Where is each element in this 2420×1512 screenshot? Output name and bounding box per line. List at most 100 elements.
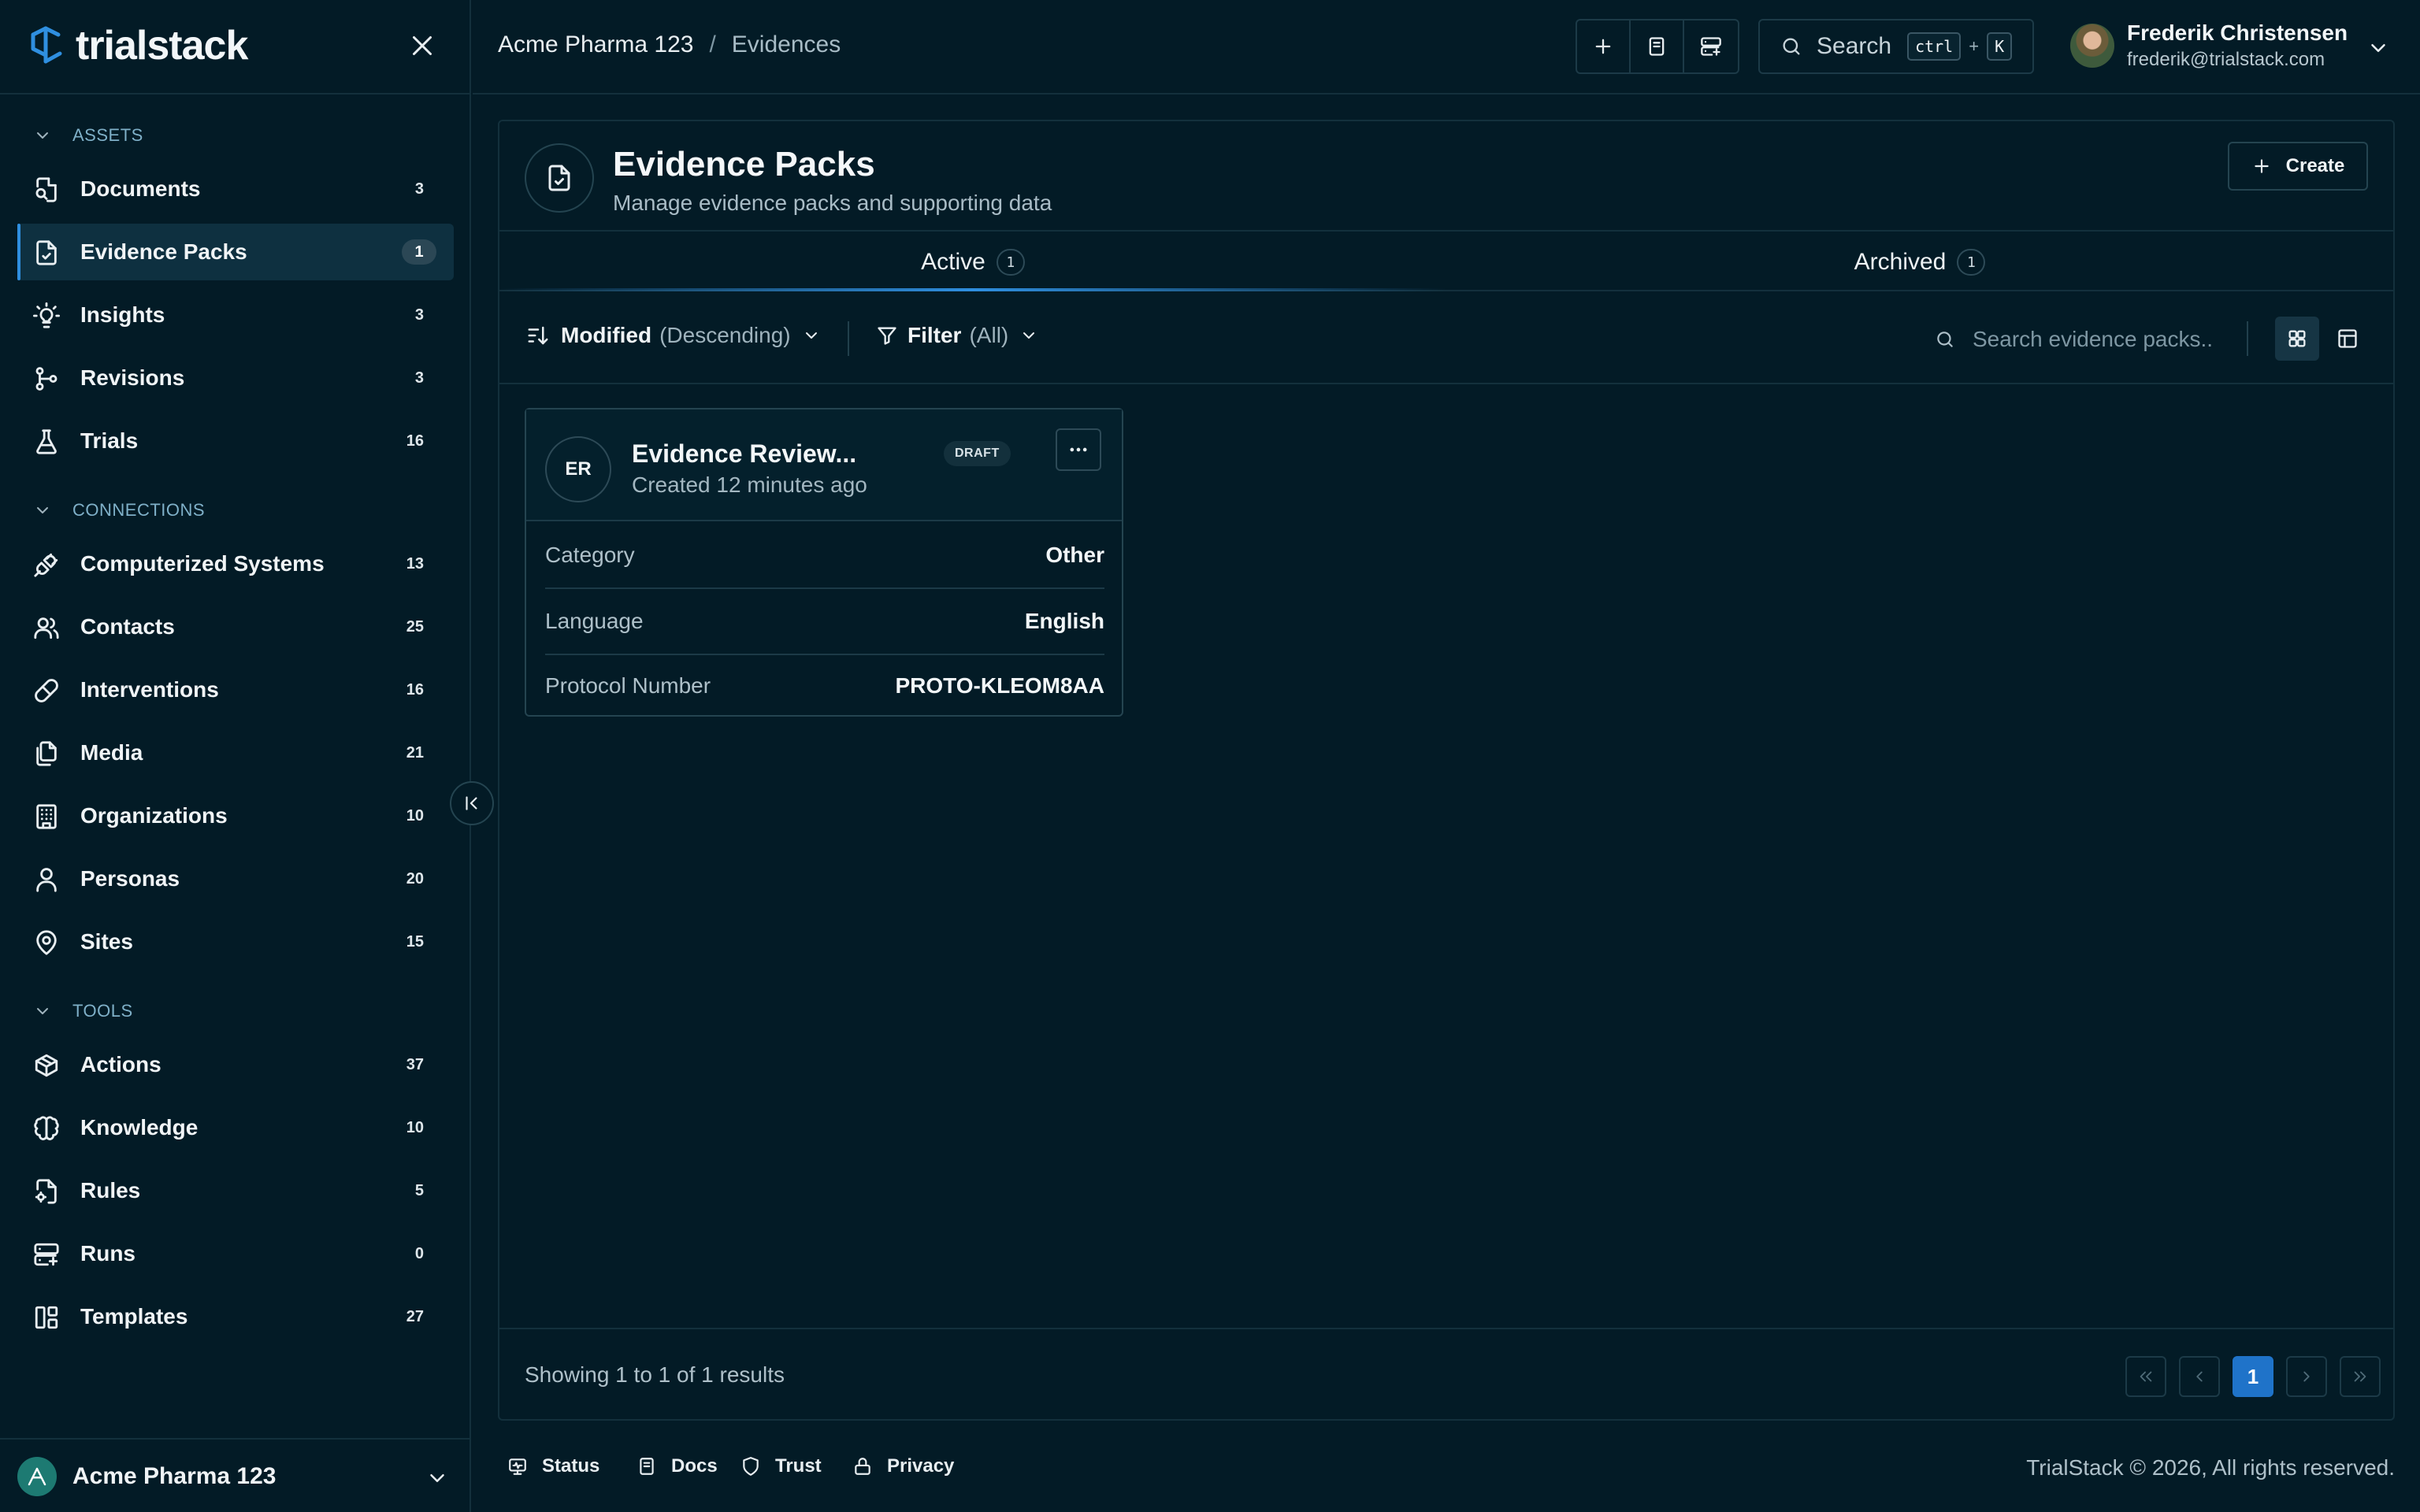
card-title[interactable]: Evidence Review...: [632, 439, 856, 469]
user-name[interactable]: Frederik Christensen: [2127, 20, 2348, 46]
card-row-category: Category Other: [545, 523, 1104, 587]
add-button[interactable]: [1577, 20, 1631, 72]
first-page-button[interactable]: [2125, 1356, 2166, 1397]
sidebar-item-trials[interactable]: Trials 16: [17, 413, 454, 469]
footer-link-docs[interactable]: Docs: [637, 1455, 718, 1477]
pagination-bar: Showing 1 to 1 of 1 results 1: [499, 1328, 2393, 1419]
sidebar-item-label: Templates: [80, 1304, 188, 1329]
users-icon: [33, 614, 60, 641]
card-row-key: Language: [545, 609, 644, 633]
global-search-button[interactable]: Search ctrl + K: [1758, 19, 2034, 74]
list-search: [1935, 320, 2242, 359]
card-avatar: ER: [545, 436, 611, 502]
sidebar-item-knowledge[interactable]: Knowledge 10: [17, 1099, 454, 1156]
section-connections[interactable]: CONNECTIONS: [33, 495, 205, 526]
page-button-current[interactable]: 1: [2233, 1356, 2273, 1397]
sidebar-item-count: 15: [406, 932, 424, 951]
sidebar-item-actions[interactable]: Actions 37: [17, 1036, 454, 1093]
sidebar-item-label: Contacts: [80, 614, 175, 639]
chevron-down-icon[interactable]: [2366, 36, 2390, 60]
create-button[interactable]: Create: [2228, 142, 2368, 191]
sidebar-item-contacts[interactable]: Contacts 25: [17, 598, 454, 655]
card-row-key: Protocol Number: [545, 673, 711, 698]
sidebar-item-label: Insights: [80, 302, 165, 327]
org-switcher[interactable]: Acme Pharma 123: [0, 1438, 471, 1512]
sidebar-item-evidence-packs[interactable]: Evidence Packs 1: [17, 224, 454, 280]
footer-link-status[interactable]: Status: [507, 1455, 599, 1477]
sidebar-item-revisions[interactable]: Revisions 3: [17, 350, 454, 406]
sidebar-item-interventions[interactable]: Interventions 16: [17, 662, 454, 718]
page-subtitle: Manage evidence packs and supporting dat…: [613, 191, 1052, 215]
server-plus-icon: [1700, 35, 1722, 57]
chevrons-right-icon: [2351, 1368, 2369, 1385]
file-check-icon: [525, 143, 594, 213]
sidebar-item-media[interactable]: Media 21: [17, 724, 454, 781]
sidebar-item-label: Rules: [80, 1178, 141, 1203]
sidebar-item-label: Runs: [80, 1241, 135, 1266]
grid-view-button[interactable]: [2275, 317, 2319, 361]
sidebar-item-count: 10: [406, 806, 424, 825]
panel-header: Evidence Packs Manage evidence packs and…: [499, 121, 2393, 232]
search-input[interactable]: [1973, 327, 2240, 352]
sidebar-item-rules[interactable]: Rules 5: [17, 1162, 454, 1219]
footer-link-trust[interactable]: Trust: [740, 1455, 822, 1477]
section-tools[interactable]: TOOLS: [33, 995, 133, 1027]
evidence-pack-card[interactable]: ER Evidence Review... DRAFT Created 12 m…: [525, 408, 1123, 717]
shortcut-key-ctrl: ctrl: [1907, 32, 1962, 61]
logo-text: trialstack: [76, 23, 248, 69]
search-icon: [1935, 329, 1955, 350]
sidebar-item-count: 16: [406, 432, 424, 450]
sidebar-item-count: 16: [406, 680, 424, 699]
sidebar-item-sites[interactable]: Sites 15: [17, 914, 454, 970]
building-icon: [33, 803, 60, 830]
sort-dropdown[interactable]: Modified (Descending): [526, 323, 821, 348]
notebook-icon: [1646, 35, 1668, 57]
sidebar-item-computerized-systems[interactable]: Computerized Systems 13: [17, 536, 454, 592]
next-page-button[interactable]: [2286, 1356, 2327, 1397]
pill-icon: [33, 677, 60, 704]
org-avatar: [17, 1457, 57, 1496]
tab-count: 1: [996, 249, 1025, 276]
brain-icon: [33, 1115, 60, 1142]
server-add-button[interactable]: [1684, 20, 1738, 72]
card-row-key: Category: [545, 543, 635, 567]
chevron-down-icon: [33, 501, 72, 520]
sidebar-item-documents[interactable]: Documents 3: [17, 161, 454, 217]
footer-link-privacy[interactable]: Privacy: [852, 1455, 954, 1477]
filter-label: Filter: [908, 323, 962, 347]
sidebar-item-count: 21: [406, 743, 424, 762]
flask-icon: [33, 428, 60, 455]
tab-count: 1: [1957, 249, 1986, 276]
prev-page-button[interactable]: [2179, 1356, 2220, 1397]
sidebar-item-label: Trials: [80, 428, 139, 453]
sidebar-item-personas[interactable]: Personas 20: [17, 850, 454, 907]
filter-dropdown[interactable]: Filter (All): [876, 323, 1038, 348]
collapse-sidebar-button[interactable]: [450, 781, 494, 825]
notebook-icon: [637, 1456, 671, 1477]
card-menu-button[interactable]: [1056, 428, 1101, 471]
sidebar-item-label: Revisions: [80, 365, 185, 390]
user-avatar[interactable]: [2070, 24, 2114, 68]
card-row-protocol-number: Protocol Number PROTO-KLEOM8AA: [545, 654, 1104, 718]
sidebar-item-label: Media: [80, 740, 143, 765]
breadcrumb-org[interactable]: Acme Pharma 123: [498, 32, 693, 58]
sidebar-item-organizations[interactable]: Organizations 10: [17, 788, 454, 844]
sidebar-item-count: 20: [406, 869, 424, 888]
sidebar-item-templates[interactable]: Templates 27: [17, 1288, 454, 1345]
notes-button[interactable]: [1631, 20, 1684, 72]
sidebar-item-insights[interactable]: Insights 3: [17, 287, 454, 343]
sidebar-item-label: Evidence Packs: [80, 239, 247, 264]
sidebar-item-runs[interactable]: Runs 0: [17, 1225, 454, 1282]
last-page-button[interactable]: [2340, 1356, 2381, 1397]
section-assets[interactable]: ASSETS: [33, 120, 143, 151]
create-label: Create: [2285, 155, 2345, 176]
close-sidebar-icon[interactable]: [408, 32, 436, 60]
tab-archived[interactable]: Archived 1: [1446, 233, 2393, 291]
git-branch-icon: [33, 365, 60, 392]
footer-link-label: Docs: [671, 1455, 718, 1477]
sidebar-item-count: 13: [406, 554, 424, 573]
chevron-left-icon: [2191, 1368, 2208, 1385]
table-view-button[interactable]: [2325, 317, 2370, 361]
tab-active[interactable]: Active 1: [499, 233, 1446, 291]
plus-icon: [1592, 35, 1614, 57]
